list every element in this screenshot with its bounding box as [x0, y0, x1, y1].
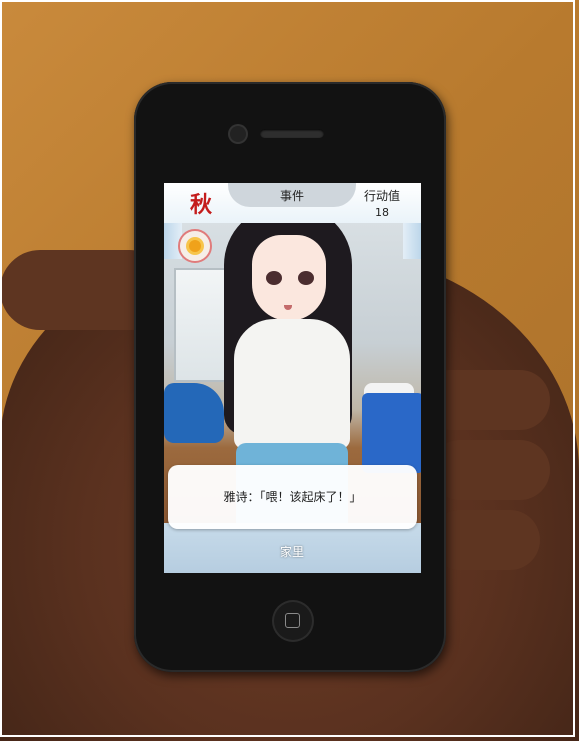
photo-scene: 秋 事件 行动值 18 雅诗：「喂！该起床了！」 家里	[0, 0, 579, 741]
photo-border	[0, 0, 575, 737]
